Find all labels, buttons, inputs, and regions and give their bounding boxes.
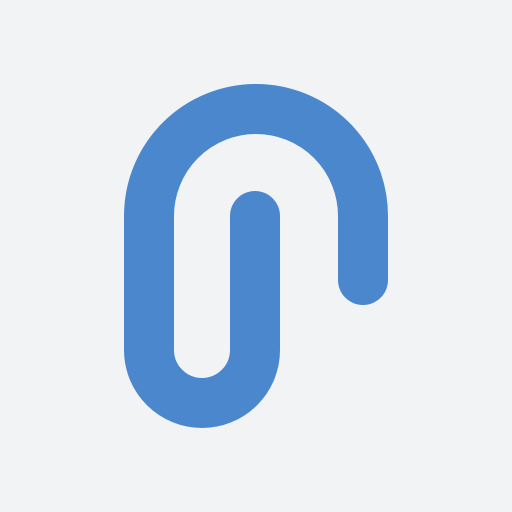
paperclip-stroke	[124, 84, 388, 428]
app-icon-canvas	[0, 0, 512, 512]
paperclip-icon	[124, 84, 388, 428]
